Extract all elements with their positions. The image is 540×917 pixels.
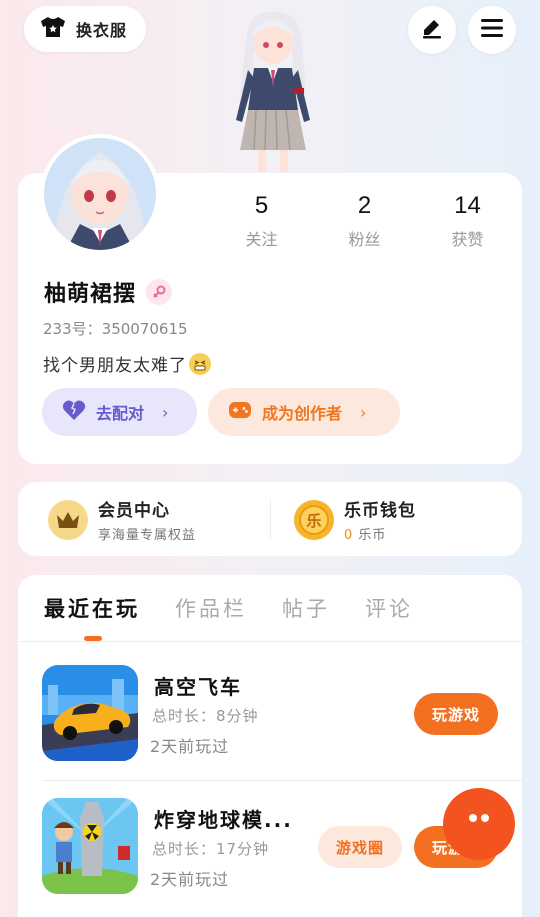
divider: [18, 641, 522, 642]
game-row[interactable]: 高空飞车 总时长：8分钟 2天前玩过 玩游戏: [42, 665, 522, 765]
coin-wallet-title: 乐币钱包: [344, 501, 416, 521]
coin-icon-char: 乐: [306, 512, 321, 530]
coin-wallet-balance: 0 乐币: [344, 524, 416, 543]
tshirt-icon: [40, 16, 66, 42]
gamepad-icon: [228, 400, 252, 424]
menu-button[interactable]: [468, 6, 516, 54]
stat-followers[interactable]: 2 粉丝: [313, 192, 416, 250]
coin-wallet-entry[interactable]: 乐 乐币钱包 0 乐币: [294, 496, 416, 543]
user-bio: 找个男朋友太难了: [43, 351, 211, 376]
coin-balance-unit: 乐币: [358, 528, 387, 543]
become-creator-button[interactable]: 成为创作者 ›: [208, 388, 400, 436]
user-id-value: 350070615: [101, 320, 188, 338]
game-duration: 总时长：8分钟: [152, 707, 259, 725]
stat-likes-label: 获赞: [451, 230, 484, 249]
grimace-emoji-icon: [189, 352, 211, 375]
game-title: 炸穿地球模...: [154, 808, 293, 832]
vip-center-subtitle: 享海量专属权益: [98, 528, 197, 543]
chevron-right-icon: ›: [360, 402, 367, 422]
user-id: 233号：350070615: [43, 318, 188, 339]
edit-button[interactable]: [408, 6, 456, 54]
stat-likes-value: 14: [454, 192, 481, 219]
game-last-played: 2天前玩过: [150, 737, 230, 756]
name-row: 柚萌裙摆: [44, 276, 173, 308]
user-id-label: 233号: [43, 320, 87, 338]
stat-likes[interactable]: 14 获赞: [416, 192, 519, 250]
tab-posts[interactable]: 帖子: [282, 593, 330, 623]
game-thumbnail-sky-racer[interactable]: [42, 665, 138, 761]
membership-card: 会员中心 享海量专属权益 乐 乐币钱包 0 乐币: [18, 482, 522, 556]
games-panel: 最近在玩 作品栏 帖子 评论 高空飞车 总时长：8分钟 2天前玩过 玩游戏 炸穿…: [18, 575, 522, 917]
profile-stats: 5 关注 2 粉丝 14 获赞: [210, 192, 520, 250]
play-game-button[interactable]: 玩游戏: [414, 693, 498, 735]
stat-following-label: 关注: [245, 230, 278, 249]
floating-action-button[interactable]: [443, 788, 515, 860]
change-outfit-button[interactable]: 换衣服: [24, 6, 146, 52]
become-creator-label: 成为创作者: [262, 404, 343, 423]
content-tabs: 最近在玩 作品栏 帖子 评论: [44, 593, 413, 623]
user-id-separator: ：: [86, 320, 102, 338]
crown-icon: [48, 499, 88, 540]
stat-followers-label: 粉丝: [348, 230, 381, 249]
avatar[interactable]: [40, 134, 160, 254]
game-title: 高空飞车: [154, 675, 242, 699]
tab-comments[interactable]: 评论: [365, 593, 413, 623]
heart-icon: [62, 399, 86, 425]
stat-following[interactable]: 5 关注: [210, 192, 313, 250]
chevron-right-icon: ›: [162, 402, 169, 422]
divider: [270, 498, 271, 540]
game-thumbnail-earth-drill[interactable]: [42, 798, 138, 894]
game-circle-button[interactable]: 游戏圈: [318, 826, 402, 868]
user-name: 柚萌裙摆: [44, 282, 137, 307]
vip-center-title: 会员中心: [98, 501, 170, 521]
vip-center-entry[interactable]: 会员中心 享海量专属权益: [48, 496, 196, 543]
game-duration: 总时长：17分钟: [152, 840, 270, 858]
avatar-character-illustration[interactable]: [218, 10, 328, 175]
tab-works[interactable]: 作品栏: [175, 593, 247, 623]
go-match-button[interactable]: 去配对 ›: [42, 388, 197, 436]
game-last-played: 2天前玩过: [150, 870, 230, 889]
stat-followers-value: 2: [357, 192, 372, 219]
edit-icon: [420, 16, 444, 44]
go-match-label: 去配对: [96, 404, 145, 423]
divider: [42, 780, 522, 781]
tab-recently-played[interactable]: 最近在玩: [44, 593, 140, 623]
coin-balance-value: 0: [344, 528, 354, 543]
menu-icon: [480, 17, 504, 43]
change-outfit-label: 换衣服: [76, 21, 128, 40]
coin-icon: 乐: [294, 499, 334, 540]
stat-following-value: 5: [254, 192, 269, 219]
user-bio-text: 找个男朋友太难了: [43, 356, 187, 376]
female-icon: [146, 279, 173, 305]
